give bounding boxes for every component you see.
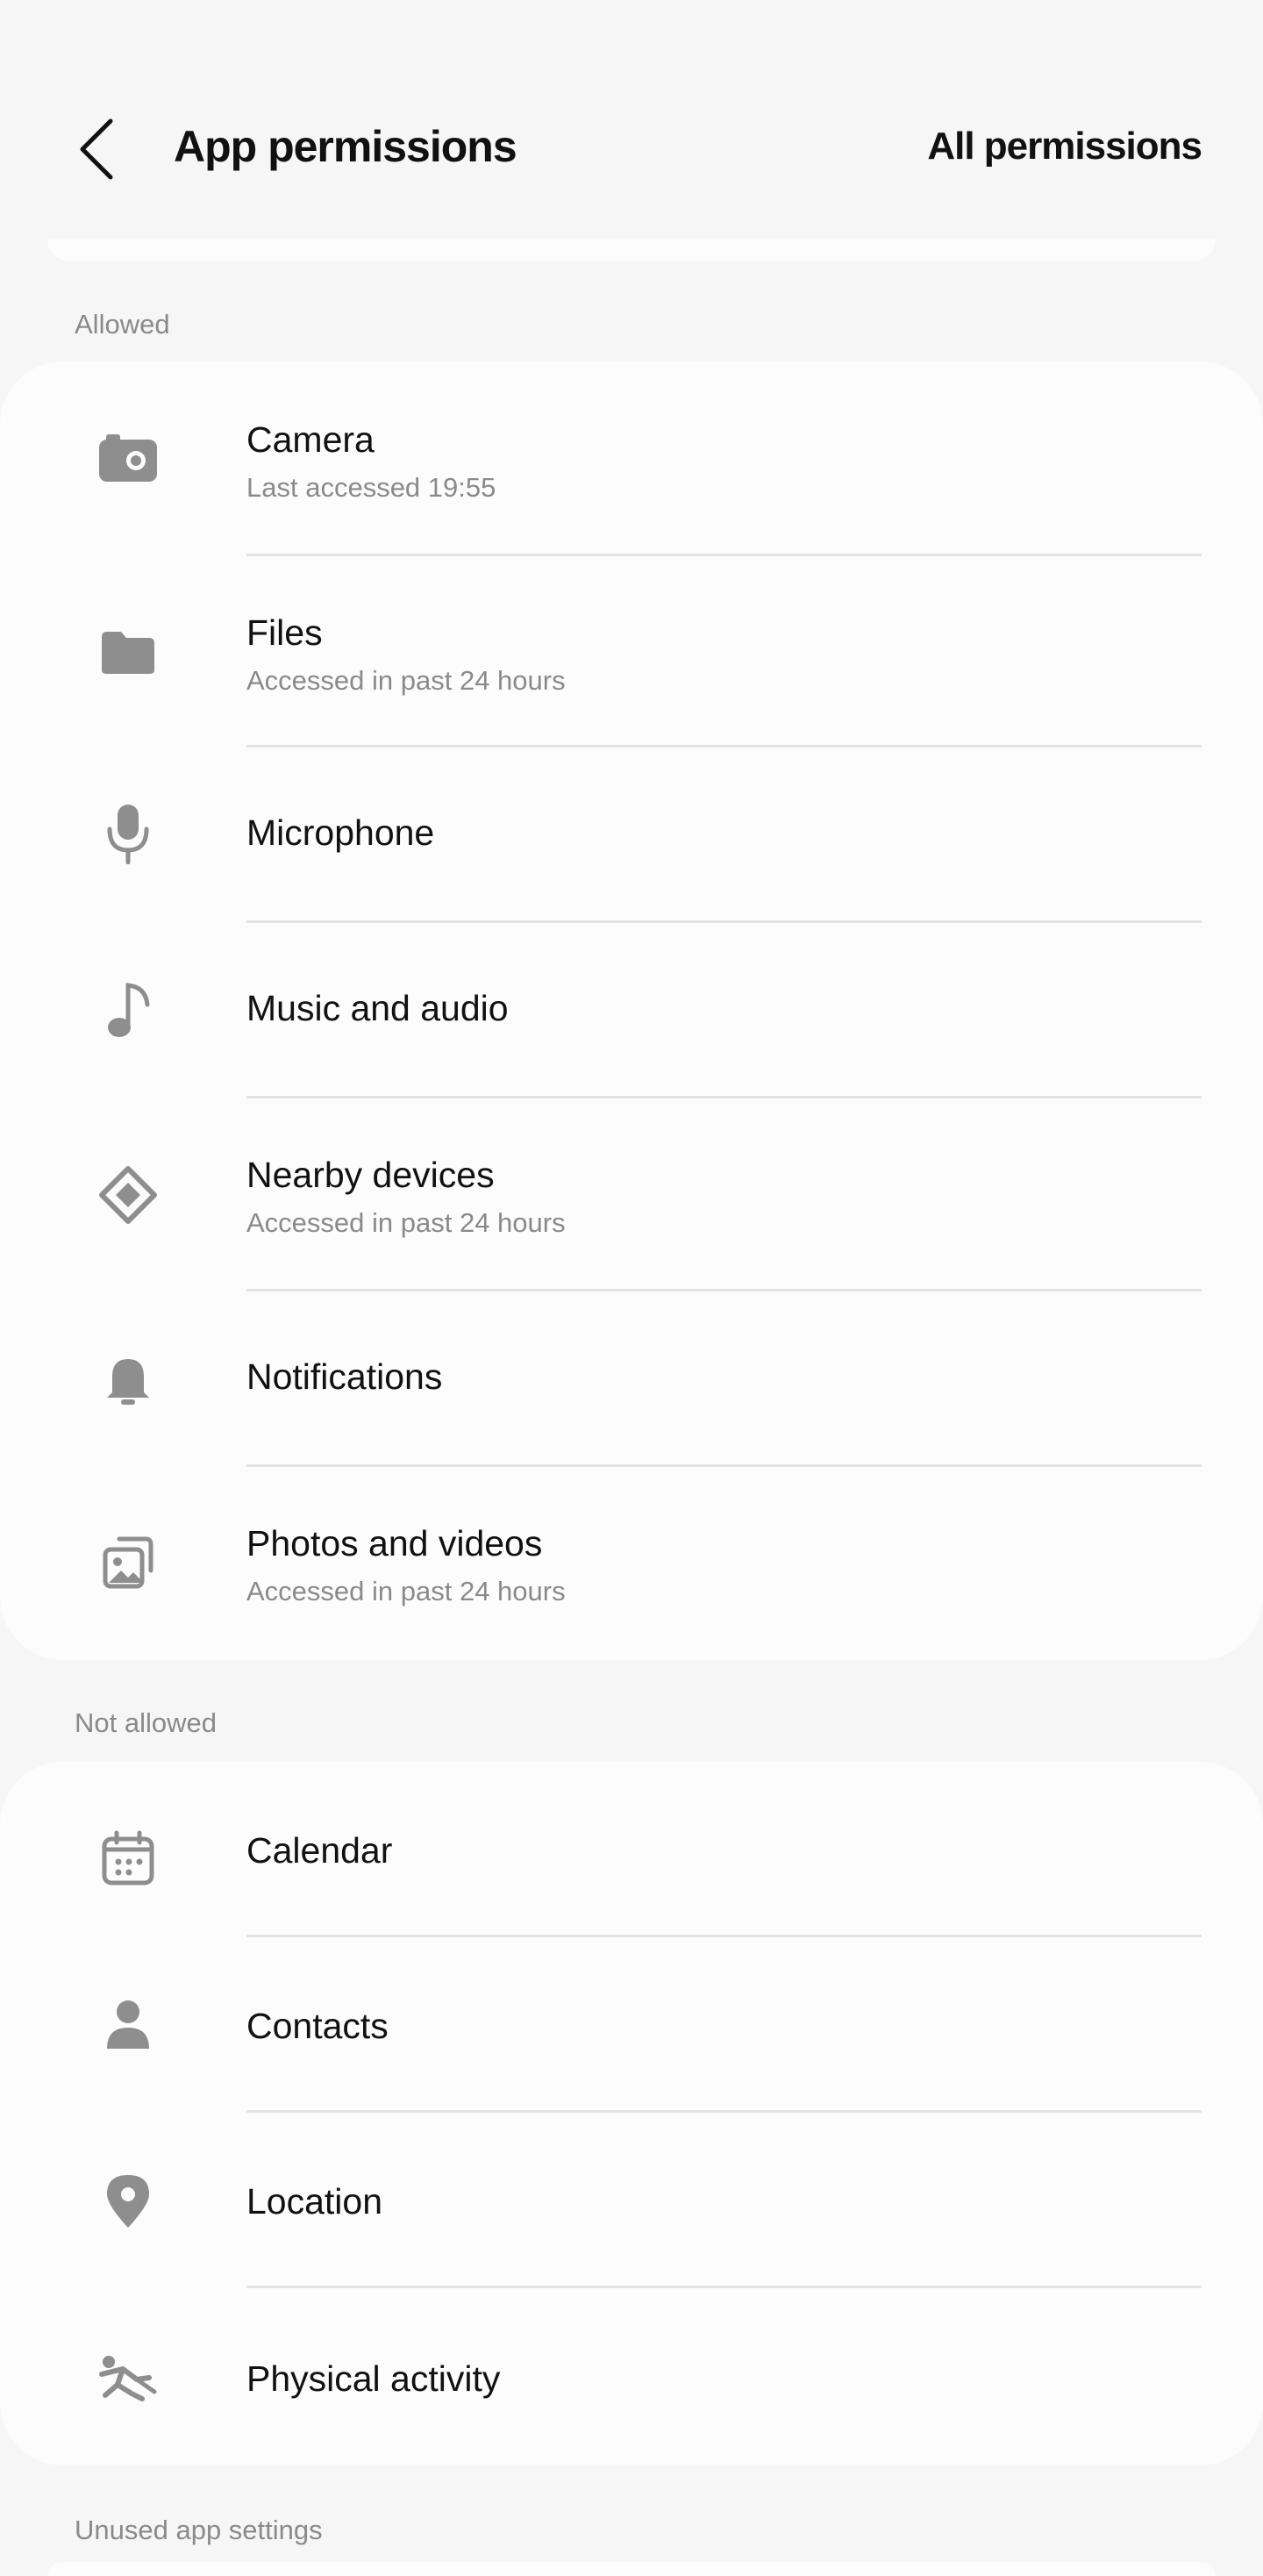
back-button[interactable] [70, 114, 123, 184]
permission-name: Notifications [246, 1356, 443, 1397]
person-icon [93, 1990, 163, 2060]
folder-icon [93, 618, 163, 688]
camera-icon [93, 424, 163, 494]
permission-status: Accessed in past 24 hours [246, 1207, 566, 1238]
permission-row-contacts[interactable]: Contacts [0, 1937, 1263, 2113]
section-label-not-allowed: Not allowed [75, 1707, 217, 1738]
app-bar: App permissions All permissions [0, 0, 1263, 228]
permission-name: Music and audio [246, 988, 509, 1028]
permission-row-files[interactable]: Files Accessed in past 24 hours [0, 556, 1263, 748]
permission-name: Contacts [246, 2006, 389, 2046]
permission-name: Microphone [246, 812, 435, 853]
physical-activity-icon [93, 2343, 163, 2413]
permission-row-location[interactable]: Location [0, 2113, 1263, 2288]
permission-status: Last accessed 19:55 [246, 472, 496, 503]
permission-row-notifications[interactable]: Notifications [0, 1292, 1263, 1467]
calendar-icon [93, 1823, 163, 1893]
nearby-devices-icon [93, 1160, 163, 1230]
permission-status: Accessed in past 24 hours [246, 665, 566, 696]
chevron-left-icon [80, 118, 113, 180]
permission-row-nearby-devices[interactable]: Nearby devices Accessed in past 24 hours [0, 1098, 1263, 1292]
not-allowed-permissions-card: Calendar Contacts Location Physical acti… [0, 1762, 1263, 2465]
all-permissions-button[interactable]: All permissions [927, 125, 1202, 168]
page-title: App permissions [174, 122, 517, 171]
unused-settings-card-edge [47, 2562, 1216, 2576]
scroll-edge [47, 239, 1216, 261]
permission-row-camera[interactable]: Camera Last accessed 19:55 [0, 361, 1263, 556]
section-label-allowed: Allowed [75, 309, 170, 340]
photos-icon [93, 1527, 163, 1597]
permission-row-calendar[interactable]: Calendar [0, 1762, 1263, 1937]
permission-name: Location [246, 2181, 383, 2222]
location-pin-icon [93, 2165, 163, 2236]
permission-name: Camera [246, 419, 375, 460]
permission-name: Nearby devices [246, 1155, 495, 1195]
section-label-unused-app-settings: Unused app settings [75, 2515, 323, 2545]
permission-name: Physical activity [246, 2358, 501, 2399]
permission-status: Accessed in past 24 hours [246, 1576, 566, 1606]
permission-name: Photos and videos [246, 1523, 543, 1563]
permission-row-music[interactable]: Music and audio [0, 923, 1263, 1098]
allowed-permissions-card: Camera Last accessed 19:55 Files Accesse… [0, 361, 1263, 1660]
permission-row-photos[interactable]: Photos and videos Accessed in past 24 ho… [0, 1467, 1263, 1660]
permission-row-physical-activity[interactable]: Physical activity [0, 2288, 1263, 2465]
permission-name: Files [246, 612, 323, 653]
permission-name: Calendar [246, 1830, 393, 1871]
microphone-icon [93, 798, 163, 869]
music-note-icon [93, 976, 163, 1046]
permission-row-microphone[interactable]: Microphone [0, 748, 1263, 923]
bell-icon [93, 1344, 163, 1414]
